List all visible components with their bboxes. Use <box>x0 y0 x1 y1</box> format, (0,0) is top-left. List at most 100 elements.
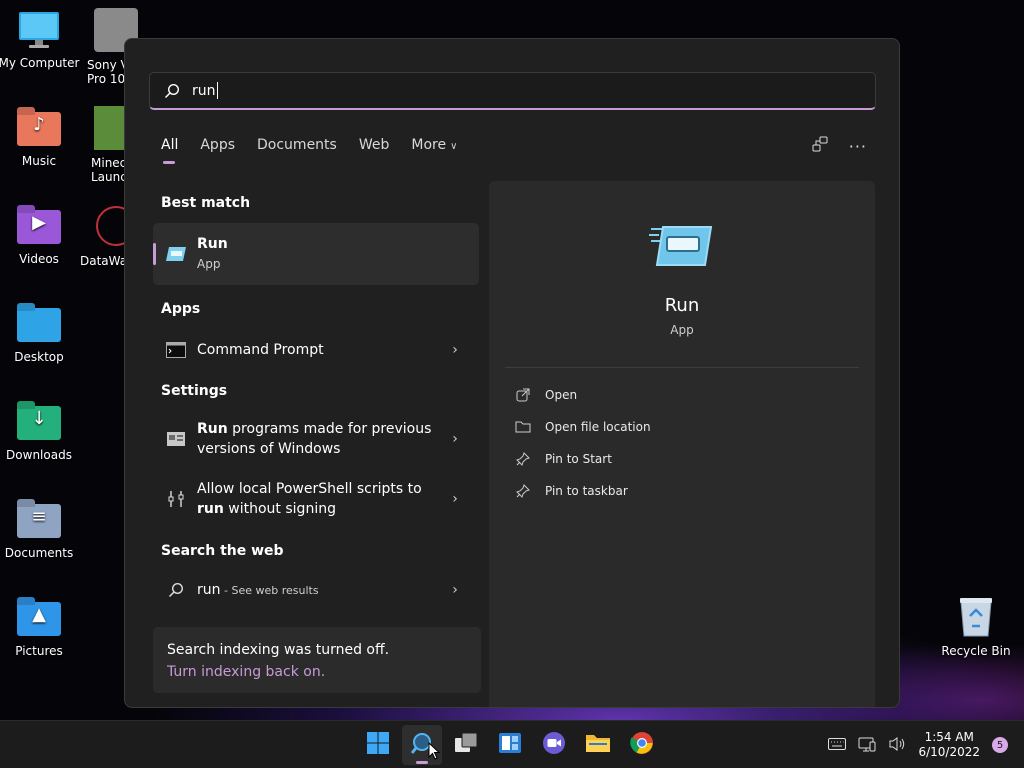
notification-badge[interactable]: 5 <box>992 737 1008 753</box>
desktop-icon-label: My Computer <box>0 56 80 70</box>
windows-logo-icon <box>366 731 390 759</box>
result-title: Run programs made for previous versions … <box>197 421 432 457</box>
action-pin-to-taskbar[interactable]: Pin to taskbar <box>515 483 628 499</box>
desktop-icon-desktop[interactable]: Desktop <box>0 302 81 364</box>
tab-more[interactable]: More ∨ <box>411 137 457 153</box>
videos-folder-icon: ▶ <box>17 210 61 244</box>
chevron-right-icon[interactable]: › <box>443 342 467 358</box>
action-pin-to-start[interactable]: Pin to Start <box>515 451 612 467</box>
desktop-icon-pictures[interactable]: ▲ Pictures <box>0 596 81 658</box>
section-title-apps: Apps <box>161 301 201 317</box>
tab-web[interactable]: Web <box>359 137 390 153</box>
developer-settings-icon <box>165 488 187 510</box>
start-search-panel: run All Apps Documents Web More ∨ ··· Bes… <box>124 38 900 708</box>
folder-icon <box>585 732 611 758</box>
pin-icon <box>515 451 531 467</box>
preview-subtitle: App <box>670 323 694 337</box>
recycle-bin-label: Recycle Bin <box>941 644 1011 658</box>
chevron-right-icon[interactable]: › <box>443 431 467 447</box>
clock-time: 1:54 AM <box>924 730 974 744</box>
chevron-down-icon: ∨ <box>450 141 458 152</box>
video-chat-icon <box>542 731 566 759</box>
section-title-best-match: Best match <box>161 195 251 211</box>
file-explorer-button[interactable] <box>578 725 618 765</box>
widgets-icon <box>498 731 522 759</box>
volume-icon[interactable] <box>888 736 906 755</box>
run-app-icon <box>165 243 187 265</box>
best-match-run[interactable]: Run App <box>153 223 479 285</box>
music-folder-icon: ♪ <box>17 112 61 146</box>
taskbar: 1:54 AM 6/10/2022 5 <box>0 720 1024 768</box>
downloads-folder-icon: ↓ <box>17 406 61 440</box>
turn-indexing-on-link[interactable]: Turn indexing back on. <box>167 661 467 683</box>
result-run-legacy-programs[interactable]: Run programs made for previous versions … <box>153 411 479 467</box>
desktop-icon-label: Downloads <box>6 448 72 462</box>
desktop-icon-my-computer[interactable]: My Computer <box>0 8 81 70</box>
best-match-subtitle: App <box>197 257 221 271</box>
widgets-button[interactable] <box>490 725 530 765</box>
desktop-icon-datawag[interactable]: DataWag <box>80 204 136 284</box>
desktop-icon-label: Pictures <box>15 644 63 658</box>
result-powershell-scripts[interactable]: Allow local PowerShell scripts to run wi… <box>153 471 479 527</box>
preview-divider <box>505 367 859 368</box>
clock-date: 6/10/2022 <box>918 745 980 759</box>
start-button[interactable] <box>358 725 398 765</box>
desktop-icon-sony-vegas[interactable]: Sony Ve Pro 10 <box>87 8 138 88</box>
desktop-icon-videos[interactable]: ▶ Videos <box>0 204 81 266</box>
desktop-icon-label: Music <box>21 154 57 168</box>
desktop-icon-music[interactable]: ♪ Music <box>0 106 81 168</box>
tab-apps[interactable]: Apps <box>200 137 235 153</box>
chat-button[interactable] <box>534 725 574 765</box>
pictures-folder-icon: ▲ <box>17 602 61 636</box>
keyboard-icon[interactable] <box>828 737 847 753</box>
chevron-right-icon[interactable]: › <box>443 491 467 507</box>
compatibility-settings-icon <box>165 428 187 450</box>
desktop-folder-icon <box>17 308 61 342</box>
web-search-term: run <box>197 581 221 598</box>
result-preview-pane: Run App Open Open file location Pin to S… <box>489 181 875 707</box>
chrome-button[interactable] <box>622 725 662 765</box>
result-title: Command Prompt <box>197 342 324 358</box>
search-input[interactable]: run <box>149 72 876 110</box>
web-search-hint: - See web results <box>220 583 319 597</box>
action-open[interactable]: Open <box>515 387 577 403</box>
task-view-button[interactable] <box>446 725 486 765</box>
section-title-search-web: Search the web <box>161 543 284 559</box>
desktop-icon-label: Videos <box>19 252 59 266</box>
open-external-icon <box>515 387 531 403</box>
result-web-search[interactable]: run - See web results › <box>153 571 479 609</box>
more-options-icon[interactable]: ··· <box>849 137 867 156</box>
indexing-notice: Search indexing was turned off. Turn ind… <box>153 627 481 693</box>
network-icon[interactable] <box>858 736 876 755</box>
tab-all[interactable]: All <box>161 137 178 164</box>
pin-icon <box>515 483 531 499</box>
chevron-right-icon[interactable]: › <box>443 582 467 598</box>
tab-documents[interactable]: Documents <box>257 137 337 153</box>
text-caret <box>216 82 218 99</box>
search-filter-tabs: All Apps Documents Web More ∨ <box>161 137 479 164</box>
preview-title: Run <box>664 295 700 316</box>
desktop-icon-downloads[interactable]: ↓ Downloads <box>0 400 81 462</box>
section-title-settings: Settings <box>161 383 228 399</box>
search-query-text: run <box>192 82 216 99</box>
network-share-icon[interactable] <box>811 135 829 157</box>
action-open-file-location[interactable]: Open file location <box>515 419 651 435</box>
result-title: Allow local PowerShell scripts to run wi… <box>197 481 422 517</box>
result-command-prompt[interactable]: Command Prompt › <box>153 331 479 369</box>
documents-folder-icon: ≡ <box>17 504 61 538</box>
desktop-icon-label: Documents <box>4 546 74 560</box>
desktop-icon-documents[interactable]: ≡ Documents <box>0 498 81 560</box>
indexing-message: Search indexing was turned off. <box>167 642 390 658</box>
chrome-icon <box>630 731 654 759</box>
desktop-icon-minecraft-launcher[interactable]: Minec Launc <box>91 106 138 186</box>
monitor-icon <box>17 8 61 52</box>
task-view-icon <box>454 732 478 758</box>
desktop-icon-recycle-bin[interactable]: Recycle Bin <box>936 596 1016 658</box>
command-prompt-icon <box>165 339 187 361</box>
run-app-icon <box>649 221 713 271</box>
search-icon <box>165 579 187 601</box>
desktop-icon-label: Desktop <box>14 350 64 364</box>
search-icon <box>164 83 180 99</box>
mouse-cursor-icon <box>428 741 441 764</box>
clock[interactable]: 1:54 AM 6/10/2022 <box>918 730 980 760</box>
